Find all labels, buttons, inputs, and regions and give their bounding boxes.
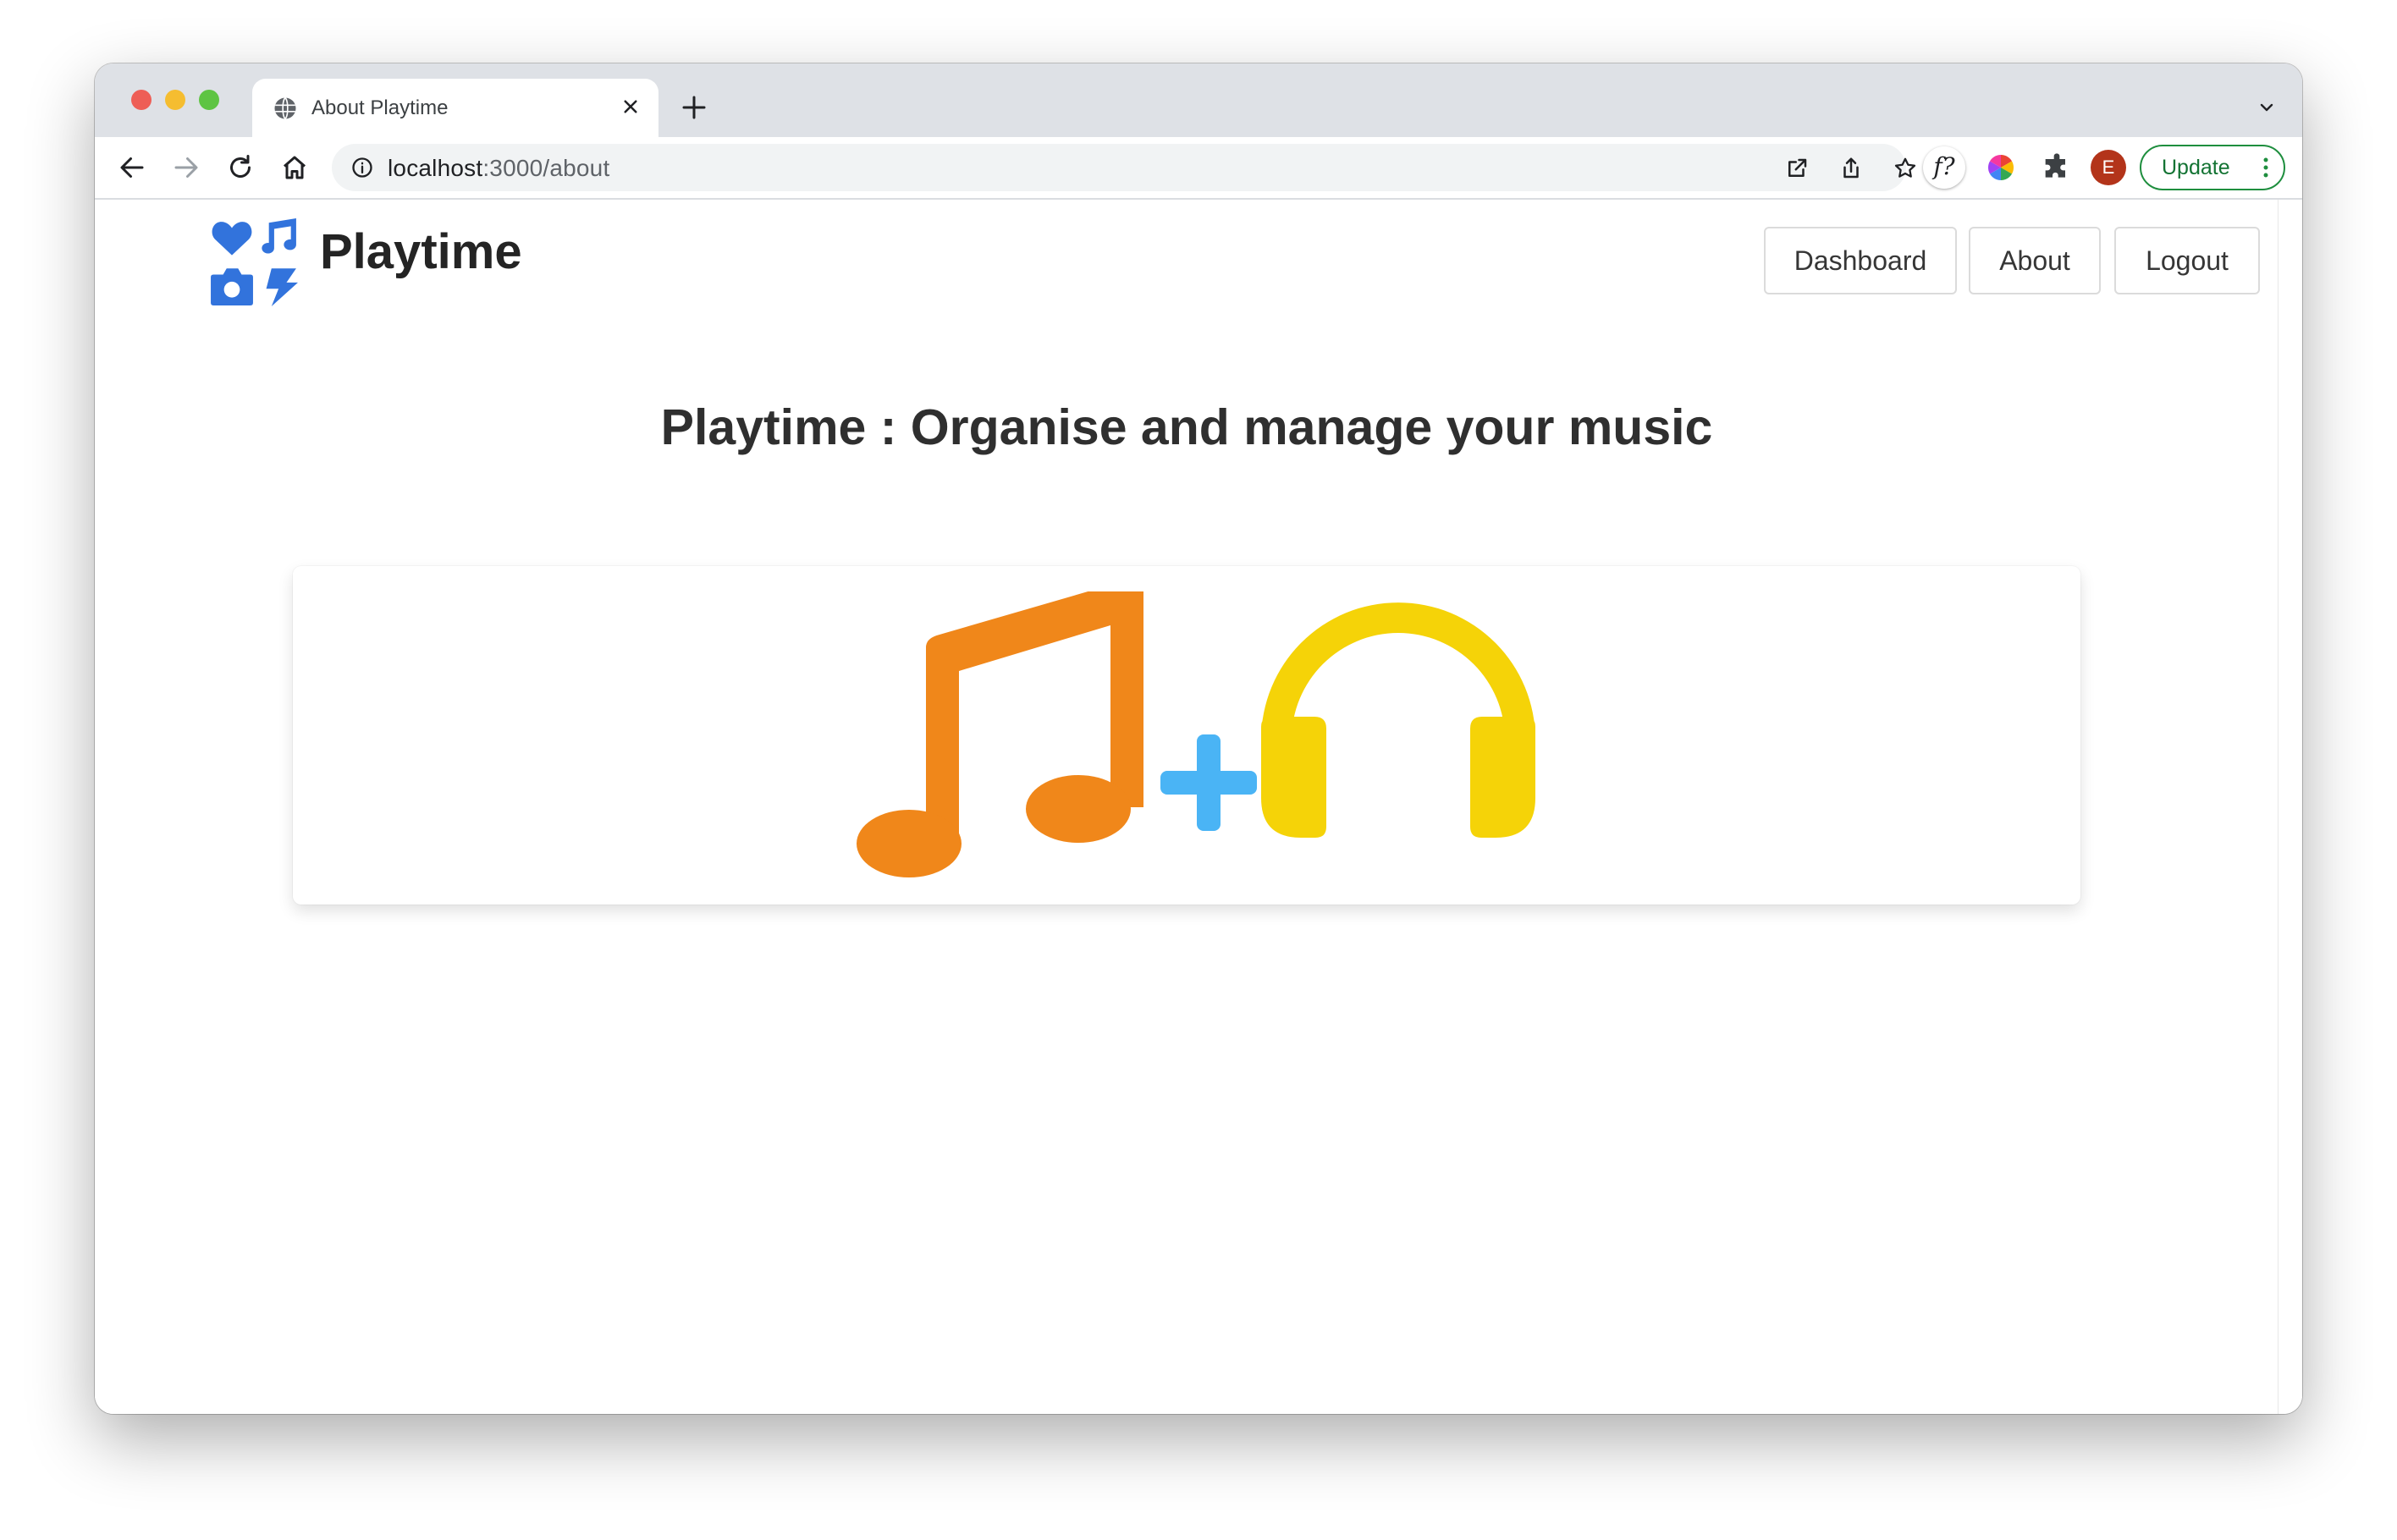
tab-title: About Playtime	[311, 96, 449, 119]
globe-icon	[274, 96, 296, 120]
logout-button[interactable]: Logout	[2114, 227, 2260, 294]
tab-strip: About Playtime	[95, 63, 2302, 137]
plus-icon[interactable]	[679, 92, 709, 123]
more-vertical-icon	[2263, 157, 2268, 178]
dashboard-button[interactable]: Dashboard	[1764, 227, 1957, 294]
puzzle-icon[interactable]	[2040, 151, 2074, 184]
profile-avatar[interactable]: E	[2091, 150, 2126, 185]
url-text: localhost:3000/about	[388, 155, 609, 182]
hero-card	[293, 566, 2080, 905]
about-button[interactable]: About	[1969, 227, 2101, 294]
tab-about-playtime[interactable]: About Playtime	[252, 79, 658, 137]
close-icon[interactable]	[618, 94, 643, 119]
music-note-icon	[262, 218, 296, 254]
plus-icon	[1160, 734, 1257, 831]
update-label: Update	[2162, 156, 2230, 179]
page-viewport: Playtime Dashboard About Logout Playtime…	[95, 200, 2302, 1414]
info-icon[interactable]	[350, 156, 374, 179]
close-window-button[interactable]	[131, 90, 152, 110]
scrollbar[interactable]	[2278, 200, 2302, 1414]
browser-toolbar: localhost:3000/about f? E Update	[95, 137, 2302, 200]
address-bar[interactable]: localhost:3000/about	[332, 144, 1916, 191]
back-icon[interactable]	[117, 152, 147, 183]
home-icon[interactable]	[279, 152, 310, 183]
url-host: localhost	[388, 155, 483, 181]
minimize-window-button[interactable]	[165, 90, 185, 110]
hero-illustration	[857, 591, 1535, 877]
page-title: Playtime : Organise and manage your musi…	[660, 399, 1713, 455]
color-wheel-icon[interactable]	[1984, 151, 2018, 184]
playtime-logo	[211, 218, 298, 306]
extension-fonts-button[interactable]: f?	[1923, 146, 1965, 189]
forward-icon[interactable]	[171, 152, 201, 183]
share-icon[interactable]	[1838, 156, 1864, 181]
url-path: :3000/about	[482, 155, 610, 181]
bolt-icon	[266, 268, 298, 306]
chevron-down-icon[interactable]	[2255, 97, 2279, 118]
music-note-icon	[857, 591, 1143, 877]
reload-icon[interactable]	[225, 152, 256, 183]
heart-icon	[212, 222, 252, 256]
open-external-icon[interactable]	[1784, 156, 1810, 181]
browser-window: About Playtime localhost:3000/about f? E…	[95, 63, 2302, 1414]
star-icon[interactable]	[1893, 156, 1918, 181]
zoom-window-button[interactable]	[199, 90, 219, 110]
headphones-icon	[1261, 602, 1535, 838]
brand-name: Playtime	[320, 224, 522, 279]
update-button[interactable]: Update	[2140, 145, 2285, 190]
